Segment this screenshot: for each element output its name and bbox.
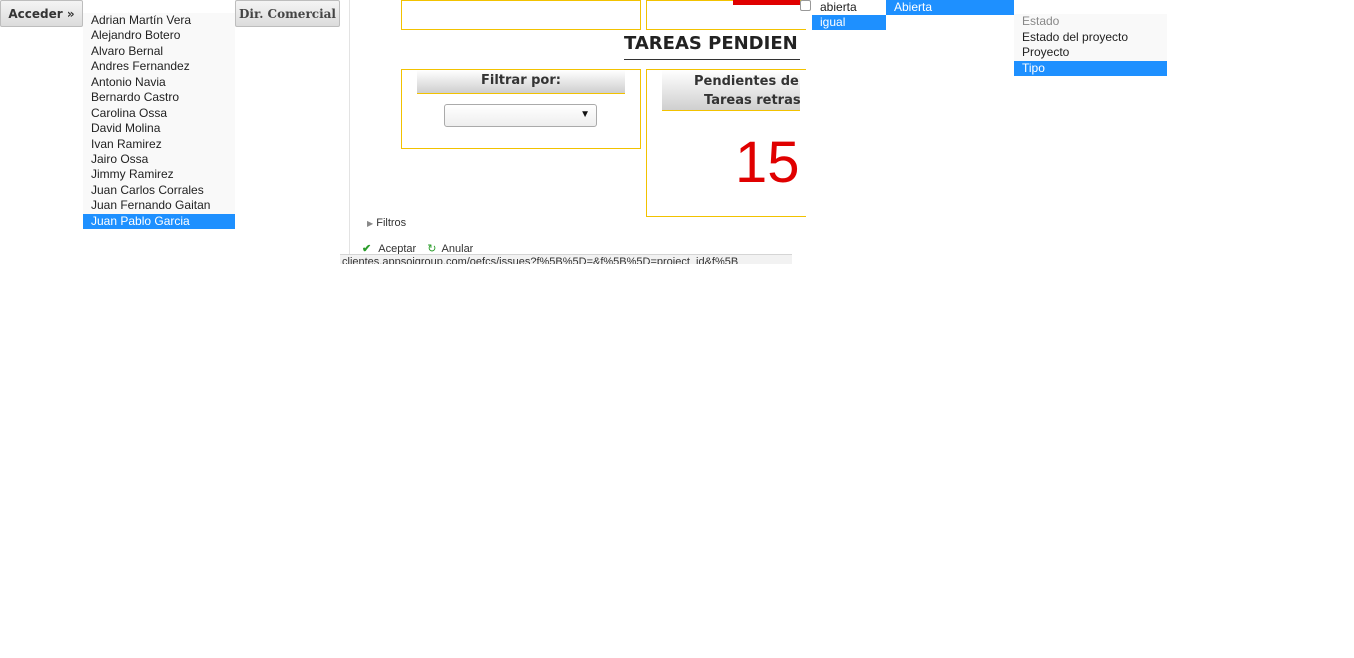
accept-link[interactable]: Aceptar xyxy=(378,243,416,254)
filter-actions: ✔ Aceptar ↻ Anular xyxy=(362,242,473,254)
pending-title-line2: Tareas retrasad xyxy=(704,93,800,108)
user-option[interactable]: Alejandro Botero xyxy=(83,28,235,43)
abierta-checkbox[interactable] xyxy=(800,0,811,11)
pending-panel-title: Pendientes de ci Tareas retrasad xyxy=(662,70,800,111)
value-option-selected[interactable]: Abierta xyxy=(886,0,1014,15)
acceder-button[interactable]: Acceder » xyxy=(0,0,83,27)
refresh-icon: ↻ xyxy=(427,243,437,254)
fields-dropdown[interactable]: Estado Estado del proyecto Proyecto Tipo xyxy=(1014,14,1167,76)
filter-panel-title: Filtrar por: xyxy=(417,70,625,94)
field-option[interactable]: Proyecto xyxy=(1014,45,1167,61)
status-checkbox-label: abierta xyxy=(820,0,857,14)
pending-count[interactable]: 15 xyxy=(735,128,800,198)
field-option[interactable]: Estado xyxy=(1014,14,1167,30)
user-option[interactable]: Alvaro Bernal xyxy=(83,44,235,59)
alert-bar xyxy=(733,0,800,5)
cancel-link[interactable]: Anular xyxy=(442,243,474,254)
section-title: TAREAS PENDIEN xyxy=(624,33,800,60)
check-icon: ✔ xyxy=(362,243,372,254)
filter-select[interactable]: ▼ xyxy=(444,104,597,127)
user-option[interactable]: Jimmy Ramirez xyxy=(83,167,235,182)
user-option[interactable]: Carolina Ossa xyxy=(83,106,235,121)
user-option[interactable]: Adrian Martín Vera xyxy=(83,13,235,28)
user-option[interactable]: Andres Fernandez xyxy=(83,59,235,74)
user-option[interactable]: Ivan Ramirez xyxy=(83,137,235,152)
top-left-panel xyxy=(401,0,641,30)
user-option-selected[interactable]: Juan Pablo Garcia xyxy=(83,213,235,230)
triangle-right-icon: ▶ xyxy=(367,219,374,228)
filters-toggle[interactable]: ▶ Filtros xyxy=(367,217,406,229)
user-option[interactable]: Bernardo Castro xyxy=(83,90,235,105)
user-option[interactable]: Juan Carlos Corrales xyxy=(83,183,235,198)
pending-title-line1: Pendientes de ci xyxy=(694,74,800,89)
user-option[interactable]: Antonio Navia xyxy=(83,75,235,90)
user-option[interactable]: Juan Fernando Gaitan xyxy=(83,198,235,213)
status-bar-url: clientes.appsoigroup.com/oefcs/issues?f%… xyxy=(340,254,792,264)
field-option[interactable]: Estado del proyecto xyxy=(1014,30,1167,46)
field-option-selected[interactable]: Tipo xyxy=(1014,60,1167,76)
filters-label: Filtros xyxy=(376,217,407,229)
chevron-down-icon: ▼ xyxy=(580,109,590,120)
user-option[interactable]: Jairo Ossa xyxy=(83,152,235,167)
users-dropdown[interactable]: Adrian Martín Vera Alejandro Botero Alva… xyxy=(83,13,235,230)
dir-comercial-button[interactable]: Dir. Comercial xyxy=(235,0,340,27)
user-option[interactable]: David Molina xyxy=(83,121,235,136)
content-left-border xyxy=(349,0,350,262)
operator-option-selected[interactable]: igual xyxy=(812,15,886,30)
